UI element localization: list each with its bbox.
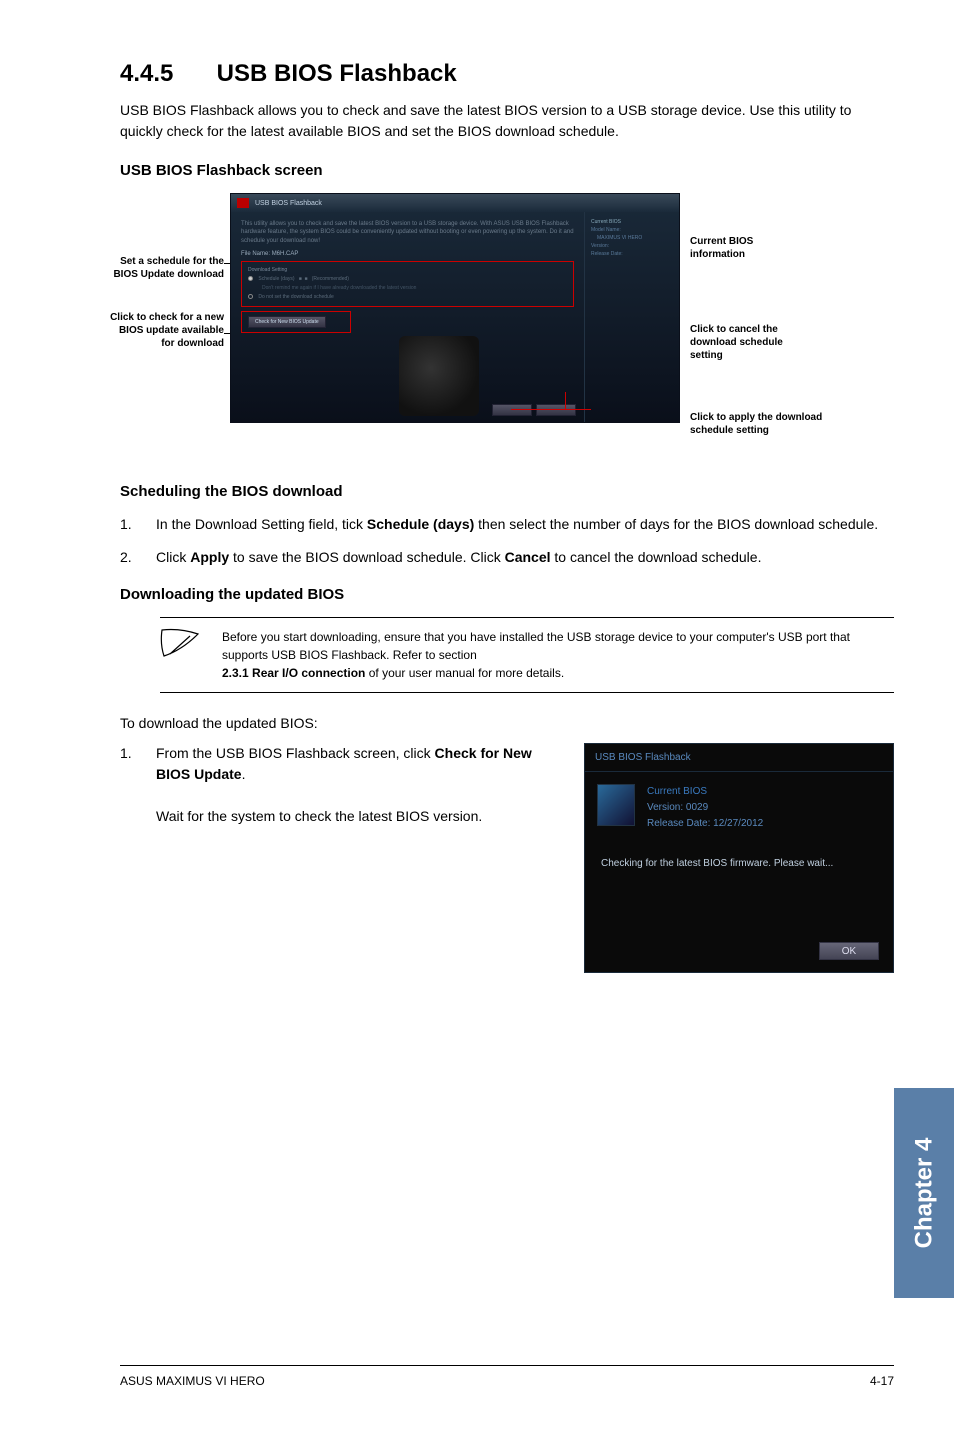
radio-icon	[248, 294, 253, 299]
box-title: Download Setting	[248, 266, 567, 275]
note-text: Before you start downloading, ensure tha…	[222, 628, 894, 682]
note-box: Before you start downloading, ensure tha…	[160, 617, 894, 693]
right-date-label: Release Date:	[591, 250, 673, 258]
red-callout-line	[565, 392, 566, 410]
dialog-ok-button[interactable]: OK	[819, 942, 879, 960]
scheduling-steps: 1. In the Download Setting field, tick S…	[120, 514, 894, 568]
rog-icon	[237, 198, 249, 208]
check-update-box: Check for New BIOS Update	[241, 311, 351, 333]
right-model-label: Model Name:	[591, 226, 673, 234]
download-setting-box: Download Setting Schedule (days) ■ ■ (Re…	[241, 261, 574, 307]
download-steps: 1. From the USB BIOS Flashback screen, c…	[120, 743, 554, 827]
section-heading: 4.4.5 USB BIOS Flashback	[120, 60, 894, 88]
right-model-value: MAXIMUS VI HERO	[591, 234, 673, 242]
subheading-screen: USB BIOS Flashback screen	[120, 162, 894, 179]
list-item: 1. From the USB BIOS Flashback screen, c…	[120, 743, 554, 827]
label-check-update: Click to check for a new BIOS update ava…	[106, 311, 224, 350]
dialog-thumbnail	[597, 784, 635, 826]
footer-right: 4-17	[870, 1374, 894, 1388]
label-schedule: Set a schedule for the BIOS Update downl…	[106, 255, 224, 281]
schedule-hint: Don't remind me again if I have already …	[248, 284, 567, 293]
main-screenshot-figure: Set a schedule for the BIOS Update downl…	[120, 193, 894, 463]
note-icon	[160, 628, 202, 660]
flashback-window: USB BIOS Flashback This utility allows y…	[230, 193, 680, 423]
page-footer: ASUS MAXIMUS VI HERO 4-17	[120, 1365, 894, 1388]
right-version-label: Version:	[591, 242, 673, 250]
label-current-bios: Current BIOS information	[690, 235, 810, 261]
blurb-text: This utility allows you to check and sav…	[241, 220, 574, 245]
radio-icon	[248, 276, 253, 281]
red-callout-line	[511, 409, 591, 410]
no-schedule-row[interactable]: Do not set the download schedule	[248, 293, 567, 302]
list-item: 2. Click Apply to save the BIOS download…	[120, 547, 894, 568]
window-titlebar: USB BIOS Flashback	[231, 194, 679, 212]
section-title: USB BIOS Flashback	[217, 60, 457, 87]
dialog-version: Version: 0029	[647, 800, 763, 816]
right-info-pane: Current BIOS Model Name: MAXIMUS VI HERO…	[584, 212, 679, 422]
schedule-row[interactable]: Schedule (days) ■ ■ (Recommended)	[248, 275, 567, 284]
file-name-row: File Name: M6H.CAP	[241, 251, 574, 257]
dialog-checking-text: Checking for the latest BIOS firmware. P…	[585, 844, 893, 869]
subheading-downloading: Downloading the updated BIOS	[120, 586, 894, 603]
subheading-scheduling: Scheduling the BIOS download	[120, 483, 894, 500]
check-update-button[interactable]: Check for New BIOS Update	[248, 316, 326, 328]
dialog-release-date: Release Date: 12/27/2012	[647, 816, 763, 832]
dialog-current-bios: Current BIOS	[647, 784, 763, 800]
label-apply: Click to apply the download schedule set…	[690, 411, 830, 437]
chapter-label: Chapter 4	[910, 1138, 938, 1249]
checking-dialog: USB BIOS Flashback Current BIOS Version:…	[584, 743, 894, 973]
section-number: 4.4.5	[120, 60, 210, 88]
download-intro: To download the updated BIOS:	[120, 715, 894, 731]
footer-left: ASUS MAXIMUS VI HERO	[120, 1374, 265, 1388]
list-item: 1. In the Download Setting field, tick S…	[120, 514, 894, 535]
dialog-title: USB BIOS Flashback	[585, 744, 893, 772]
center-image	[399, 336, 479, 416]
cancel-button[interactable]	[536, 404, 576, 416]
label-cancel: Click to cancel the download schedule se…	[690, 323, 810, 362]
intro-paragraph: USB BIOS Flashback allows you to check a…	[120, 100, 894, 142]
window-title: USB BIOS Flashback	[255, 200, 322, 207]
apply-button[interactable]	[492, 404, 532, 416]
chapter-side-tab: Chapter 4	[894, 1088, 954, 1298]
right-pane-header: Current BIOS	[591, 218, 673, 226]
